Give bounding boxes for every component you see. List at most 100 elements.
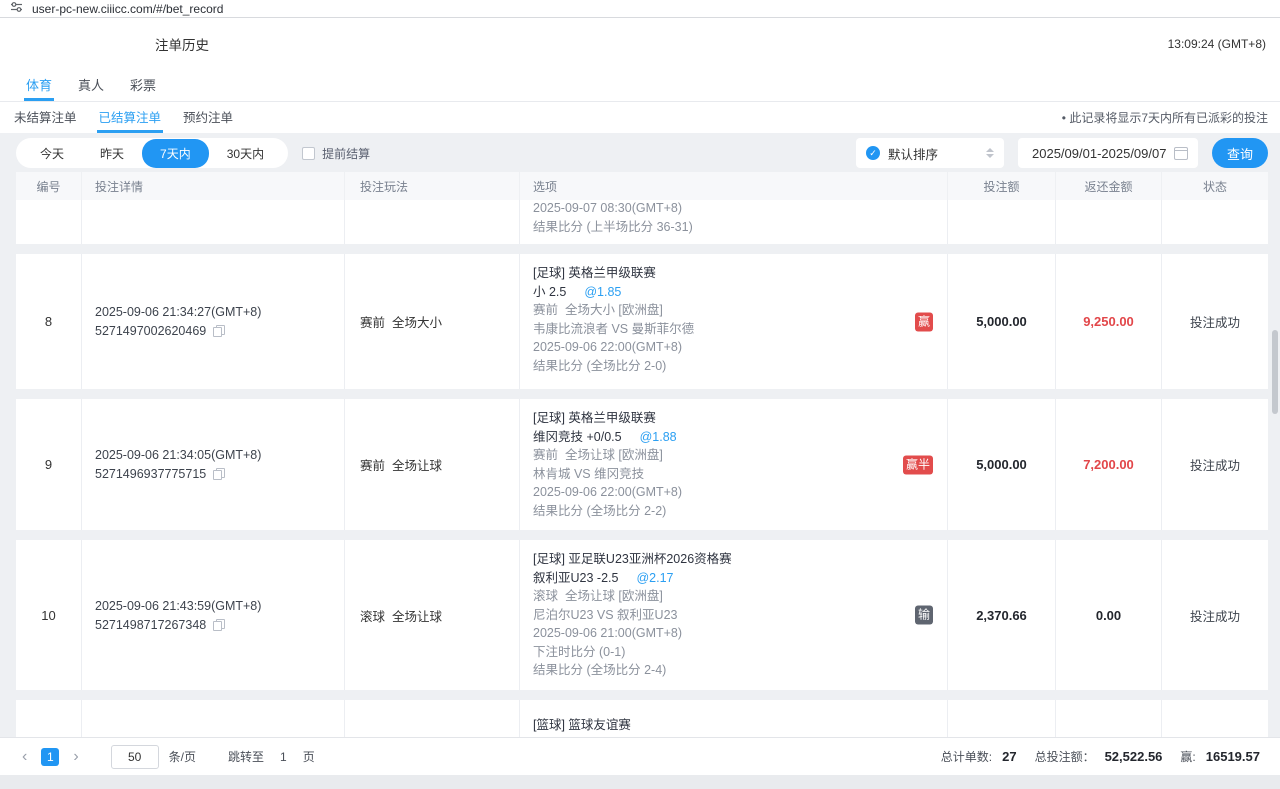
bottom-strip [0,775,1280,789]
subtab-settled[interactable]: 已结算注单 [97,102,164,133]
row-number: 10 [16,540,82,690]
check-circle-icon: ✓ [866,146,880,160]
chevron-left-icon[interactable]: ‹ [18,749,31,765]
page-unit-label: 页 [303,748,315,765]
bet-play-type: 滚球 全场让球 [345,540,520,690]
result-badge: 输 [915,606,933,625]
stake-amount: 5,000.00 [948,399,1056,530]
sort-select[interactable]: ✓ 默认排序 [856,138,1004,168]
bet-selection: 维冈竞技 +0/0.5 [533,430,622,444]
col-header-payout: 返还金额 [1056,172,1162,200]
result-score: 结果比分 (全场比分 2-4) [533,661,897,680]
date-range-pills: 今天 昨天 7天内 30天内 [16,138,288,168]
range-today[interactable]: 今天 [22,139,82,168]
market-info: 赛前 全场让球 [欧洲盘] [533,446,897,465]
chevron-right-icon[interactable]: › [69,749,82,765]
jump-to-label: 跳转至 [228,748,264,765]
bet-play-type: 赛前 全场大小 [345,254,520,389]
page-title: 注单历史 [155,34,209,54]
league-name: [足球] 亚足联U23亚洲杯2026资格赛 [533,550,897,569]
copy-icon[interactable] [213,325,225,337]
server-clock: 13:09:24 (GMT+8) [1168,37,1266,51]
page-url: user-pc-new.ciiicc.com/#/bet_record [32,2,223,16]
league-name: [篮球] 篮球友谊赛 [533,716,897,735]
total-count-label: 总计单数: [941,748,992,765]
col-header-detail: 投注详情 [82,172,345,200]
bet-time: 2025-09-06 21:43:59(GMT+8) [95,599,344,613]
table-row: 9 2025-09-06 21:34:05(GMT+8) 52714969377… [16,399,1268,530]
bet-status: 投注成功 [1162,254,1268,389]
col-header-play: 投注玩法 [345,172,520,200]
col-header-stake: 投注额 [948,172,1056,200]
match-time: 2025-09-06 22:00(GMT+8) [533,483,897,502]
early-settle-checkbox[interactable] [302,147,315,160]
early-settle-option[interactable]: 提前结算 [302,145,370,162]
bet-id: 5271497002620469 [95,324,206,338]
col-header-status: 状态 [1162,172,1268,200]
bet-selection: 小 2.5 [533,285,566,299]
win-label: 赢: [1180,748,1195,765]
match-time: 2025-09-06 22:00(GMT+8) [533,338,897,357]
table-header-row: 编号 投注详情 投注玩法 选项 投注额 返还金额 状态 [16,172,1268,200]
range-7days[interactable]: 7天内 [142,139,209,168]
bet-selection: 叙利亚U23 -2.5 [533,571,618,585]
jump-page-input[interactable]: 1 [280,750,287,764]
total-stake-label: 总投注额： [1035,748,1095,765]
payout-amount: 7,200.00 [1056,399,1162,530]
row-number: 8 [16,254,82,389]
col-header-option: 选项 [520,172,948,200]
record-subtabs: 未结算注单 已结算注单 预约注单 • 此记录将显示7天内所有已派彩的投注 [0,102,1280,133]
pagination: ‹ 1 › 条/页 跳转至 1 页 [18,745,315,769]
payout-amount: 9,250.00 [1056,254,1162,389]
tab-sports[interactable]: 体育 [24,70,54,101]
bet-record-table: 编号 投注详情 投注玩法 选项 投注额 返还金额 状态 2025-09-07 0… [16,172,1268,737]
col-header-no: 编号 [16,172,82,200]
match-time: 2025-09-07 08:30(GMT+8) [533,199,897,218]
date-range-input[interactable]: 2025/09/01-2025/09/07 [1018,138,1198,168]
match-teams: 尼泊尔U23 VS 叙利亚U23 [533,606,897,625]
tab-live-casino[interactable]: 真人 [76,70,106,101]
total-stake-value: 52,522.56 [1105,749,1163,764]
result-score: 结果比分 (上半场比分 36-31) [533,218,897,237]
subtab-reserved[interactable]: 预约注单 [181,102,235,133]
subtab-unsettled[interactable]: 未结算注单 [12,102,79,133]
table-row-partial-top: 2025-09-07 08:30(GMT+8) 结果比分 (上半场比分 36-3… [16,200,1268,244]
copy-icon[interactable] [213,468,225,480]
page-size-input[interactable] [111,745,159,769]
calendar-icon[interactable] [1174,147,1188,160]
bet-time: 2025-09-06 21:34:05(GMT+8) [95,448,344,462]
range-30days[interactable]: 30天内 [209,139,282,168]
site-settings-icon[interactable] [10,0,23,18]
page-header: 注单历史 13:09:24 (GMT+8) 体育 真人 彩票 未结算注单 已结算… [0,18,1280,133]
range-yesterday[interactable]: 昨天 [82,139,142,168]
browser-address-bar[interactable]: user-pc-new.ciiicc.com/#/bet_record [0,0,1280,18]
result-score: 结果比分 (全场比分 2-0) [533,357,897,376]
tab-lottery[interactable]: 彩票 [128,70,158,101]
early-settle-label: 提前结算 [322,145,370,162]
stake-amount: 5,000.00 [948,254,1056,389]
date-range-value: 2025/09/01-2025/09/07 [1032,146,1166,161]
table-row: 8 2025-09-06 21:34:27(GMT+8) 52714970026… [16,254,1268,389]
summary-totals: 总计单数: 27 总投注额： 52,522.56 赢: 16519.57 [941,748,1268,765]
bet-odds: @2.17 [636,571,673,585]
match-time: 2025-09-06 21:00(GMT+8) [533,624,897,643]
search-button[interactable]: 查询 [1212,138,1268,168]
table-footer: ‹ 1 › 条/页 跳转至 1 页 总计单数: 27 总投注额： 52,522.… [0,737,1280,775]
payout-amount: 0.00 [1056,540,1162,690]
bet-odds: @1.88 [640,430,677,444]
win-value: 16519.57 [1206,749,1260,764]
match-teams: 韦康比流浪者 VS 曼斯菲尔德 [533,320,897,339]
market-info: 滚球 全场让球 [欧洲盘] [533,587,897,606]
page-1-button[interactable]: 1 [41,748,59,766]
filter-bar: 今天 昨天 7天内 30天内 提前结算 ✓ 默认排序 2025/09/01-20… [16,138,1268,168]
total-count-value: 27 [1002,749,1016,764]
live-score-at-bet: 下注时比分 (0-1) [533,643,897,662]
match-teams: 林肯城 VS 维冈竞技 [533,465,897,484]
vertical-scrollbar[interactable] [1272,330,1278,414]
copy-icon[interactable] [213,619,225,631]
result-badge: 赢半 [903,455,933,474]
per-page-label: 条/页 [169,748,196,765]
result-score: 结果比分 (全场比分 2-2) [533,502,897,521]
table-row: 10 2025-09-06 21:43:59(GMT+8) 5271498717… [16,540,1268,690]
bet-id: 5271498717267348 [95,618,206,632]
